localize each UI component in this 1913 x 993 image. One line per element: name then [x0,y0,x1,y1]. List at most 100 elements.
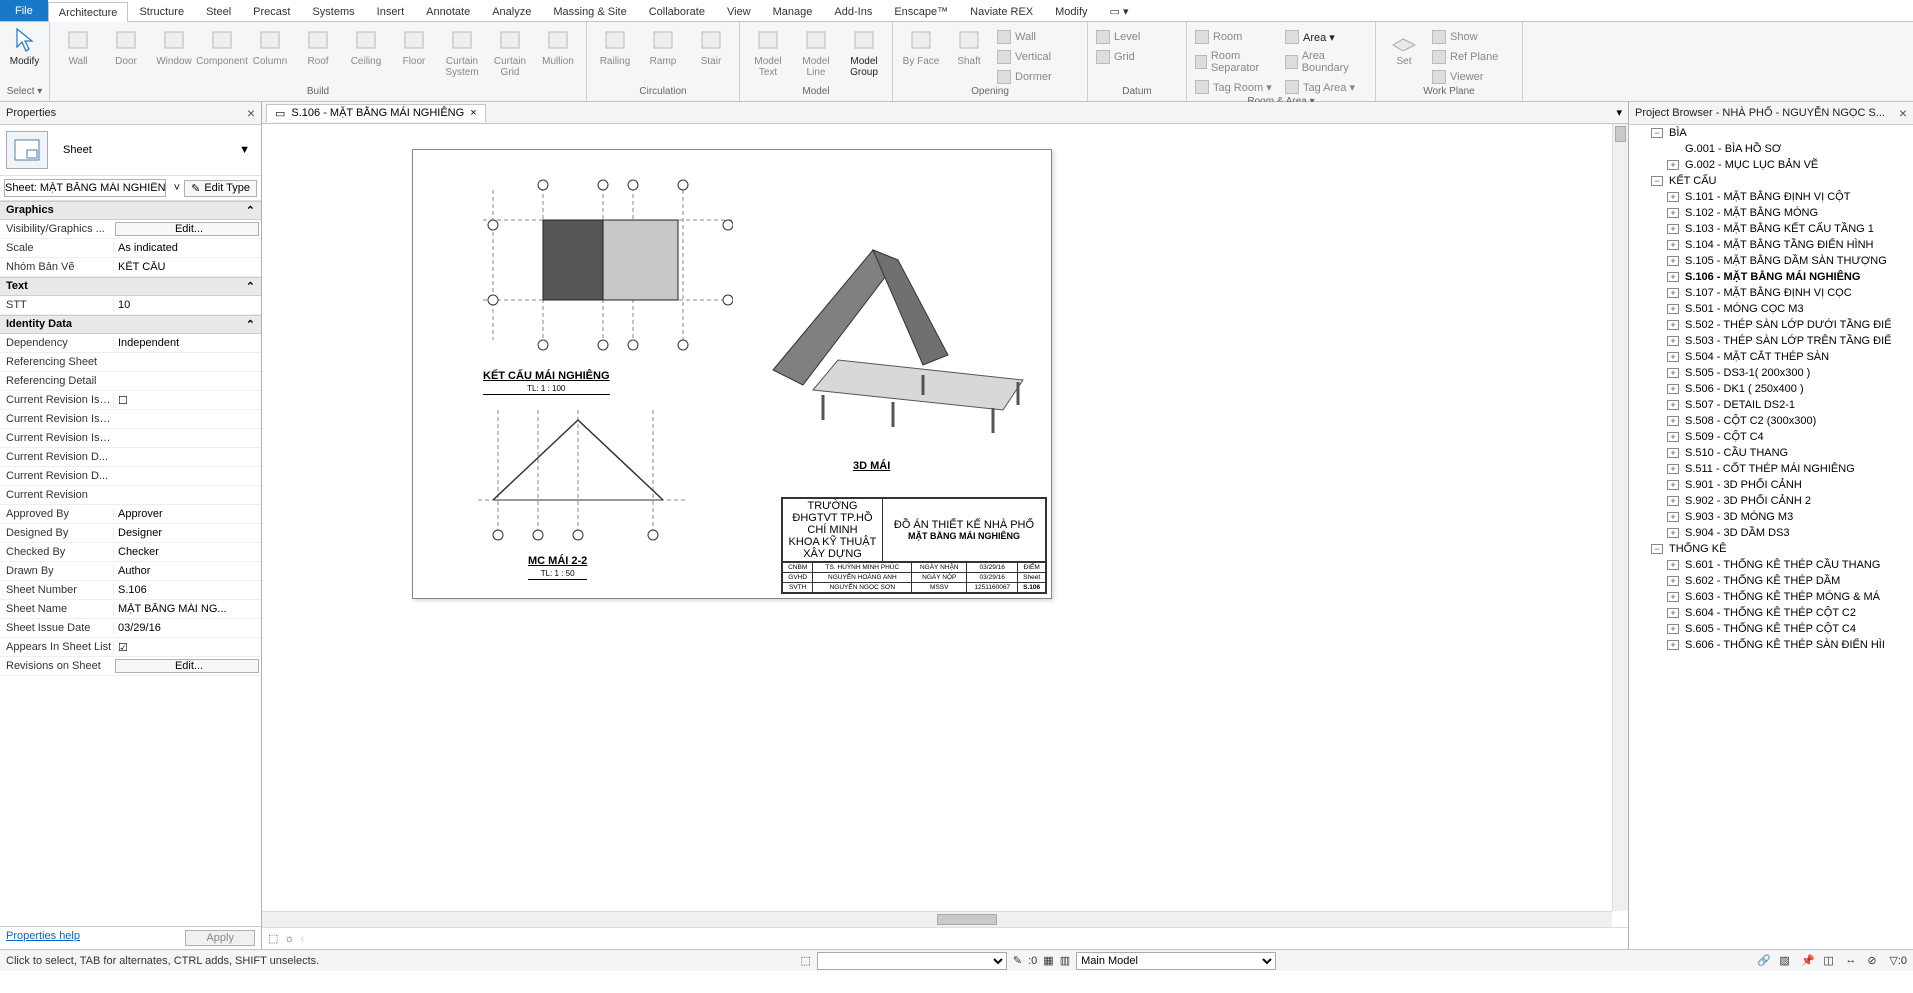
canvas[interactable]: TRƯỜNG ĐHGTVT TP.HỒ CHÍ MINHKHOA KỸ THUẬ… [262,124,1628,927]
expand-icon[interactable]: + [1667,288,1679,298]
tree-node[interactable]: +S.506 - DK1 ( 250x400 ) [1629,381,1913,397]
expand-icon[interactable]: + [1667,624,1679,634]
prop-row[interactable]: ScaleAs indicated [0,239,261,258]
prop-category[interactable]: Text⌃ [0,277,261,296]
tree-node[interactable]: +S.603 - THỐNG KÊ THÉP MÓNG & MÁ [1629,589,1913,605]
expand-icon[interactable]: + [1667,592,1679,602]
type-selector[interactable]: Sheet▼ [0,125,261,176]
curtain-grid-button[interactable]: Curtain Grid [486,24,534,80]
tree-node[interactable]: +S.501 - MÓNG CỌC M3 [1629,301,1913,317]
level-button[interactable]: Level [1092,28,1182,46]
prop-value[interactable]: As indicated [113,242,261,254]
door-button[interactable]: Door [102,24,150,69]
exclude-options-icon[interactable]: ▥ [1060,954,1070,967]
expand-icon[interactable]: + [1667,608,1679,618]
tree-node[interactable]: −THỐNG KÊ [1629,541,1913,557]
room-button[interactable]: Room [1191,28,1281,46]
drawing-title[interactable]: MC MÁI 2-2TL: 1 : 50 [528,555,587,580]
prop-value[interactable]: MẶT BẰNG MÁI NG... [113,603,261,615]
view-tab-active[interactable]: ▭ S.106 - MẶT BẰNG MÁI NGHIÊNG × [266,104,486,122]
viewer-button[interactable]: Viewer [1428,68,1518,86]
grid-button[interactable]: Grid [1092,48,1182,66]
tree-node[interactable]: +S.903 - 3D MÓNG M3 [1629,509,1913,525]
prop-category[interactable]: Identity Data⌃ [0,315,261,334]
worksharing-combo[interactable] [817,952,1007,970]
expand-icon[interactable]: + [1667,640,1679,650]
tree-node[interactable]: +S.901 - 3D PHỐI CẢNH [1629,477,1913,493]
ribbon-context-menu[interactable]: ▭ ▾ [1099,0,1140,21]
prop-row[interactable]: STT10 [0,296,261,315]
ref-plane-button[interactable]: Ref Plane [1428,48,1518,66]
model-text-button[interactable]: Model Text [744,24,792,80]
vertical-button[interactable]: Vertical [993,48,1083,66]
dormer-button[interactable]: Dormer [993,68,1083,86]
expand-icon[interactable]: + [1667,256,1679,266]
tree-node[interactable]: +S.602 - THỐNG KÊ THÉP DẦM [1629,573,1913,589]
collapse-icon[interactable]: − [1651,176,1663,186]
prop-row[interactable]: Current Revision D... [0,448,261,467]
curtain-system-button[interactable]: Curtain System [438,24,486,80]
chevron-down-icon[interactable]: ˅ [174,182,180,194]
ribbon-tab-manage[interactable]: Manage [762,1,824,21]
wall-button[interactable]: Wall [54,24,102,69]
expand-icon[interactable]: + [1667,400,1679,410]
expand-icon[interactable]: + [1667,512,1679,522]
expand-icon[interactable]: + [1667,528,1679,538]
tree-node[interactable]: −BÌA [1629,125,1913,141]
background-icon[interactable]: ⊘ [1867,954,1881,968]
expand-icon[interactable]: + [1667,384,1679,394]
prop-row[interactable]: Current Revision D... [0,467,261,486]
prop-row[interactable]: Appears In Sheet List☑ [0,638,261,657]
stair-button[interactable]: Stair [687,24,735,69]
prop-row[interactable]: Drawn ByAuthor [0,562,261,581]
plan-view-drawing[interactable] [453,170,733,360]
prop-value[interactable]: Edit... [115,222,259,236]
expand-icon[interactable]: + [1667,272,1679,282]
prop-row[interactable]: Approved ByApprover [0,505,261,524]
prop-row[interactable]: Current Revision Iss...☐ [0,391,261,410]
ramp-button[interactable]: Ramp [639,24,687,69]
prop-value[interactable]: 10 [113,299,261,311]
railing-button[interactable]: Railing [591,24,639,69]
sun-icon[interactable]: ☼ [284,933,294,945]
select-links-icon[interactable]: 🔗 [1757,954,1771,968]
prop-row[interactable]: Referencing Sheet [0,353,261,372]
collapse-icon[interactable]: − [1651,128,1663,138]
ribbon-tab-systems[interactable]: Systems [301,1,365,21]
apply-button[interactable]: Apply [185,930,255,946]
close-icon[interactable]: × [247,105,255,121]
expand-icon[interactable]: + [1667,496,1679,506]
editable-only-icon[interactable]: ✎ [1013,954,1022,967]
tree-node[interactable]: +S.509 - CỘT C4 [1629,429,1913,445]
prop-value[interactable]: Edit... [115,659,259,673]
properties-help-link[interactable]: Properties help [6,930,80,946]
3d-view-drawing[interactable] [743,190,1033,440]
select-pinned-icon[interactable]: 📌 [1801,954,1815,968]
select-underlay-icon[interactable]: ▨ [1779,954,1793,968]
expand-icon[interactable]: + [1667,224,1679,234]
prop-row[interactable]: Nhóm Bản VẽKẾT CẤU [0,258,261,277]
close-icon[interactable]: × [470,107,476,119]
ribbon-tab-addins[interactable]: Add-Ins [823,1,883,21]
worksharing-status-icon[interactable]: ⬚ [800,954,810,967]
tree-node[interactable]: +S.505 - DS3-1( 200x300 ) [1629,365,1913,381]
vertical-scrollbar[interactable] [1612,124,1628,911]
mullion-button[interactable]: Mullion [534,24,582,69]
area-boundary-button[interactable]: Area Boundary [1281,48,1371,76]
prop-value[interactable]: ☑ [113,641,261,654]
ribbon-tab-precast[interactable]: Precast [242,1,301,21]
expand-icon[interactable]: + [1667,304,1679,314]
tree-node[interactable]: +S.601 - THỐNG KÊ THÉP CẦU THANG [1629,557,1913,573]
ribbon-tab-analyze[interactable]: Analyze [481,1,542,21]
expand-icon[interactable]: + [1667,448,1679,458]
select-face-icon[interactable]: ◫ [1823,954,1837,968]
prop-row[interactable]: Sheet NumberS.106 [0,581,261,600]
expand-icon[interactable]: + [1667,192,1679,202]
model-group-button[interactable]: Model Group [840,24,888,80]
ribbon-tab-collaborate[interactable]: Collaborate [638,1,716,21]
expand-icon[interactable]: + [1667,464,1679,474]
expand-icon[interactable]: + [1667,576,1679,586]
prop-row[interactable]: Visibility/Graphics ...Edit... [0,220,261,239]
room-separator-button[interactable]: Room Separator [1191,48,1281,76]
expand-icon[interactable]: + [1667,240,1679,250]
